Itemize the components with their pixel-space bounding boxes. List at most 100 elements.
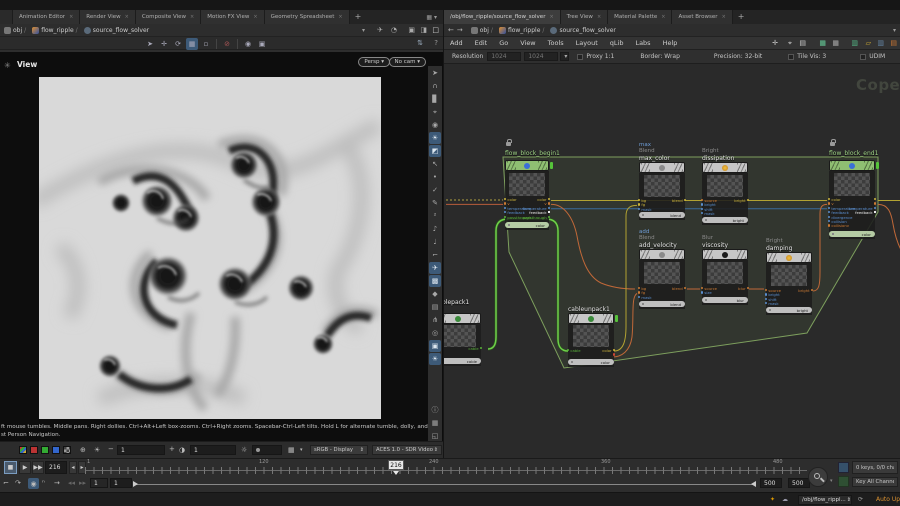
node-bar[interactable] <box>505 160 549 171</box>
table-icon[interactable]: ▤ <box>799 39 806 47</box>
shade-icon[interactable]: ◩ <box>429 145 441 157</box>
viewport-gear-icon[interactable]: ✳ <box>4 61 11 70</box>
clock-icon[interactable]: ◔ <box>391 26 397 34</box>
cube2-icon[interactable]: ◨ <box>420 26 427 34</box>
check-icon[interactable]: ✓ <box>429 184 441 196</box>
key-all-button[interactable]: Key All Channels <box>852 477 898 487</box>
gamma-field[interactable]: 1 <box>190 445 236 455</box>
display-flag[interactable] <box>615 315 618 322</box>
branch-icon[interactable]: ⋔ <box>429 314 441 326</box>
realtime-icon[interactable]: ◉ <box>28 478 39 489</box>
breadcrumb-net[interactable]: flow_ripple <box>32 27 73 34</box>
memory-icon[interactable]: ☁ <box>782 496 788 503</box>
left-tab-4[interactable]: Geometry Spreadsheet× <box>265 10 350 24</box>
output-port[interactable]: feedback <box>835 211 876 215</box>
output-port[interactable]: blend <box>645 287 686 291</box>
plus-button[interactable]: + <box>169 445 175 453</box>
lut-icon[interactable]: ▦ <box>288 446 295 454</box>
node-bar[interactable] <box>702 162 748 173</box>
output-port[interactable]: passthrough <box>509 216 550 220</box>
current-frame-flag[interactable]: 216 <box>388 460 404 470</box>
add-tab-button[interactable]: + <box>350 10 367 24</box>
exposure-icon[interactable]: ☀ <box>94 446 100 454</box>
folder-icon[interactable]: ▱ <box>866 39 871 47</box>
green-channel-icon[interactable] <box>41 446 49 454</box>
node-bar[interactable] <box>702 249 748 260</box>
network-tab-0[interactable]: /obj/flow_ripple/source_flow_solver× <box>444 10 561 24</box>
wrench-icon[interactable]: ✛ <box>772 39 778 47</box>
eye-icon[interactable]: ◉ <box>429 119 441 131</box>
res-y-field[interactable]: 1024 <box>524 52 558 61</box>
pin-icon[interactable]: ⌖ <box>429 106 441 118</box>
layout-icon[interactable]: ⇅ <box>417 39 423 47</box>
monitor-icon[interactable]: ▥ <box>851 39 858 47</box>
contrast-icon[interactable]: ◑ <box>179 446 185 454</box>
network-tab-2[interactable]: Material Palette× <box>608 10 672 24</box>
animeditor-icon[interactable] <box>838 476 849 487</box>
key-button[interactable] <box>808 467 828 487</box>
range-start-field[interactable]: 1 <box>90 478 108 488</box>
range-slider-right-handle[interactable] <box>751 481 756 487</box>
output-port[interactable]: cable <box>444 347 482 351</box>
grid2-icon[interactable]: ▦ <box>429 417 441 429</box>
rgba-swatch-icon[interactable] <box>19 446 27 454</box>
display-flag[interactable] <box>550 162 553 169</box>
viewport-3d[interactable]: ✳ View Persp ▾ No cam ▾ <box>0 52 443 451</box>
mute-icon[interactable]: ♩ <box>429 236 441 248</box>
checker-icon[interactable]: ▩ <box>429 275 441 287</box>
lock-icon[interactable]: ▊ <box>429 93 441 105</box>
nav-forward-icon[interactable]: → <box>457 26 463 34</box>
cook-icon[interactable]: ✦ <box>770 496 775 503</box>
camera-selector[interactable]: No cam ▾ <box>389 57 427 67</box>
net-breadcrumb-net[interactable]: flow_ripple <box>499 27 540 34</box>
target-icon[interactable]: ◎ <box>429 327 441 339</box>
output-port[interactable]: blur <box>708 287 749 291</box>
current-frame-field[interactable]: 216 <box>45 461 67 474</box>
left-tab-2[interactable]: Composite View× <box>136 10 201 24</box>
node-output-pill[interactable]: blend <box>639 212 685 218</box>
sub-icon[interactable]: ² <box>429 210 441 222</box>
menu-add[interactable]: Add <box>444 39 469 47</box>
net-breadcrumb-node[interactable]: source_flow_solver <box>550 27 615 34</box>
node-output-pill[interactable]: blend <box>639 301 685 307</box>
node-bar[interactable] <box>444 313 481 324</box>
range-start-icon[interactable]: ◂◂ <box>68 479 75 487</box>
path-dropdown[interactable]: ▾ <box>362 27 365 34</box>
node-bar[interactable] <box>568 313 614 324</box>
orange-icon[interactable]: ▤ <box>890 39 897 47</box>
cursor-text-icon[interactable]: ⌖ <box>788 39 792 48</box>
input-port[interactable]: mask <box>701 212 715 216</box>
stop-button[interactable]: ■ <box>4 461 17 474</box>
move-icon[interactable]: ✛ <box>158 38 170 50</box>
node-output-pill[interactable]: cable <box>444 358 481 364</box>
pen-icon[interactable]: ✎ <box>429 197 441 209</box>
menu-view[interactable]: View <box>514 39 541 47</box>
node-output-pill[interactable]: blur <box>702 297 748 303</box>
color-grid-icon[interactable]: ▦ <box>819 39 826 47</box>
red-channel-icon[interactable] <box>30 446 38 454</box>
pin-icon[interactable]: ✈ <box>377 26 383 34</box>
node-output-pill[interactable]: bright <box>766 307 812 313</box>
lasso-icon[interactable]: ▫ <box>200 38 212 50</box>
res-x-field[interactable]: 1024 <box>487 52 521 61</box>
network-tab-3[interactable]: Asset Browser× <box>672 10 732 24</box>
menu-layout[interactable]: Layout <box>570 39 604 47</box>
play-button[interactable]: ▶ <box>19 461 31 474</box>
network-graph[interactable]: Copernicus flow_block_begin1 color v tem… <box>444 64 900 458</box>
alpha-channel-icon[interactable] <box>63 446 71 454</box>
menu-go[interactable]: Go <box>493 39 514 47</box>
display-flag[interactable] <box>876 162 879 169</box>
range-slider-left-handle[interactable] <box>133 481 138 487</box>
minus-button[interactable]: − <box>108 445 114 453</box>
input-port[interactable]: size <box>701 291 712 295</box>
refresh-icon[interactable]: ⟳ <box>858 496 863 503</box>
dopesheet-icon[interactable] <box>838 462 849 473</box>
key-dropdown[interactable]: ▾ <box>830 478 833 484</box>
cc-dropdown[interactable]: ▾ <box>300 447 303 453</box>
grid-icon[interactable]: ▦ <box>832 39 839 47</box>
range-end-icon[interactable]: ▸▸ <box>79 479 86 487</box>
border-label[interactable]: Border: Wrap <box>640 53 680 60</box>
menu-labs[interactable]: Labs <box>629 39 656 47</box>
display-space-select[interactable]: ACES 1.0 - SDR Video⇕ <box>372 445 442 455</box>
auto-update-label[interactable]: Auto Up <box>876 496 900 503</box>
